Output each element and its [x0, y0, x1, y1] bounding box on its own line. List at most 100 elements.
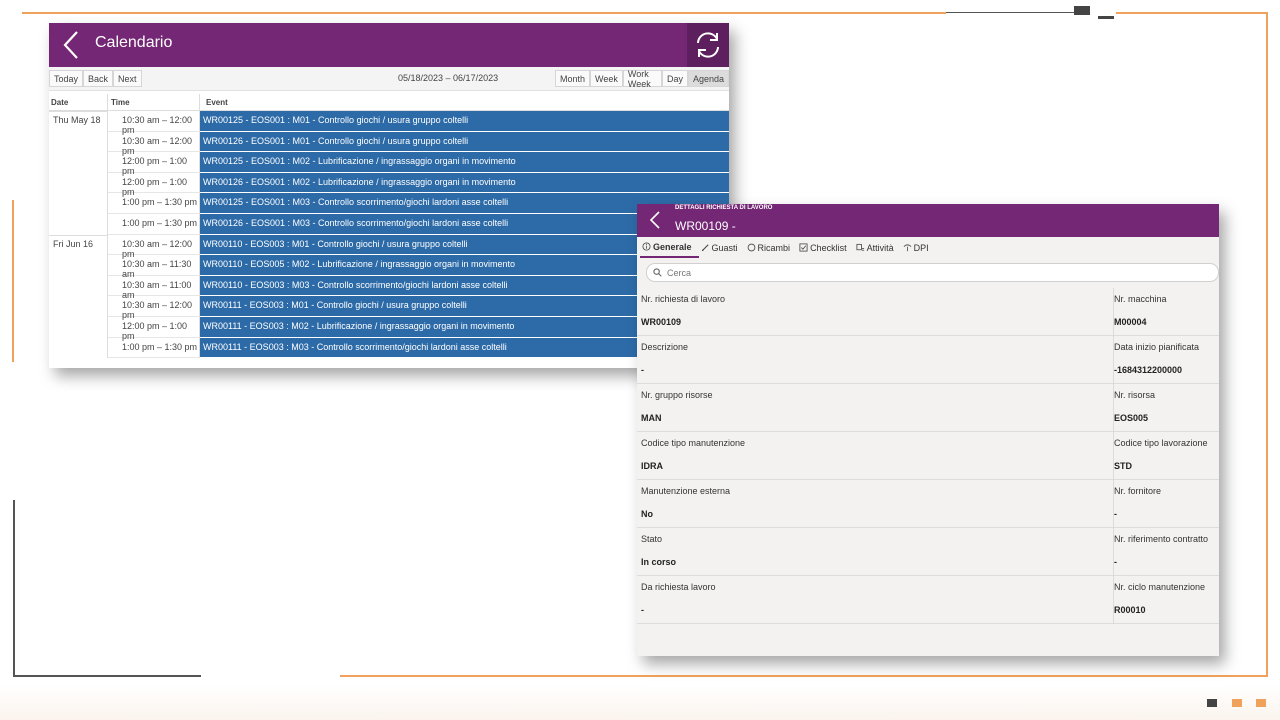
- search-icon: [653, 268, 662, 277]
- detail-field-row: Codice tipo manutenzione IDRA Codice tipo …: [637, 432, 1219, 480]
- decor-square: [1256, 699, 1266, 707]
- detail-field: Codice tipo lavorazione STD: [1113, 432, 1219, 480]
- agenda-date-cell: [49, 296, 108, 317]
- detail-field: Codice tipo manutenzione IDRA: [641, 432, 1101, 480]
- detail-header: DETTAGLI RICHIESTA DI LAVORO WR00109 -: [637, 204, 1219, 237]
- agenda-row: 1:00 pm – 1:30 pm WR00125 - EOS001 : M03 …: [49, 193, 729, 214]
- agenda-event[interactable]: WR00125 - EOS001 : M01 - Controllo gioch…: [200, 111, 729, 132]
- detail-field-row: Manutenzione esterna No Nr. fornitore -: [637, 480, 1219, 528]
- tab-guasti[interactable]: Guasti: [699, 237, 745, 258]
- frame-line: [12, 200, 14, 362]
- field-value: M00004: [1114, 317, 1147, 327]
- agenda-time-cell: 10:30 am – 11:00 am: [108, 275, 200, 300]
- tab-checklist[interactable]: Checklist: [797, 237, 854, 258]
- field-label: Descrizione: [641, 342, 689, 352]
- agenda-date-cell: [49, 213, 108, 235]
- field-value: R00010: [1114, 605, 1146, 615]
- frame-line: [13, 500, 15, 676]
- frame-line: [946, 12, 1074, 13]
- pencil-icon: [701, 244, 709, 252]
- agenda-date-cell: [49, 131, 108, 153]
- field-value: MAN: [641, 413, 662, 423]
- agenda-time-cell: 10:30 am – 11:30 am: [108, 255, 200, 279]
- field-label: Nr. richiesta di lavoro: [641, 294, 726, 304]
- agenda-row: 1:00 pm – 1:30 pm WR00111 - EOS003 : M03 …: [49, 337, 729, 359]
- field-label: Da richiesta lavoro: [641, 582, 716, 592]
- field-label: Stato: [641, 534, 663, 544]
- agenda-column-headers: Date Time Event: [49, 94, 729, 111]
- field-label: Nr. risorsa: [1114, 390, 1156, 400]
- agenda-time-cell: 12:00 pm – 1:00 pm: [108, 316, 200, 341]
- frame-line: [340, 675, 1268, 677]
- view-month-button[interactable]: Month: [555, 70, 591, 87]
- agenda-event[interactable]: WR00126 - EOS001 : M01 - Controllo gioch…: [200, 131, 729, 153]
- detail-tabs: Generale Guasti Ricambi Checklist Attività DP…: [637, 237, 1219, 259]
- field-label: Codice tipo lavorazione: [1114, 438, 1208, 448]
- agenda-list: Thu May 18 10:30 am – 12:00 pm WR00125 - E…: [49, 111, 729, 359]
- today-button[interactable]: Today: [49, 70, 84, 87]
- view-day-button[interactable]: Day: [661, 70, 688, 87]
- agenda-date-cell: [49, 152, 108, 173]
- view-work-week-button[interactable]: Work Week: [622, 69, 662, 89]
- detail-footer: [637, 624, 1219, 656]
- back-arrow-icon[interactable]: [61, 29, 81, 61]
- column-header-event: Event: [206, 98, 228, 107]
- date-range-label: 05/18/2023 – 06/17/2023: [398, 73, 499, 83]
- field-label: Nr. macchina: [1114, 294, 1167, 304]
- field-value: IDRA: [641, 461, 663, 471]
- tab-label: Generale: [653, 241, 692, 252]
- field-value: -: [641, 365, 644, 375]
- agenda-date-cell: [49, 337, 108, 359]
- agenda-time-cell: 12:00 pm – 1:00 pm: [108, 172, 200, 197]
- tab-dpi[interactable]: DPI: [901, 237, 936, 258]
- tab-attivit[interactable]: Attività: [854, 237, 901, 258]
- field-value: In corso: [641, 557, 677, 567]
- agenda-date-cell: [49, 255, 108, 276]
- tab-label: Ricambi: [757, 242, 791, 253]
- agenda-time-cell: 1:00 pm – 1:30 pm: [108, 193, 200, 214]
- detail-field: Nr. riferimento contratto -: [1113, 528, 1219, 576]
- page-title: Calendario: [95, 34, 173, 51]
- tab-generale[interactable]: Generale: [640, 237, 699, 258]
- detail-field-row: Descrizione - Data inizio pianificata -1684…: [637, 336, 1219, 384]
- agenda-date-cell: [49, 275, 108, 297]
- tab-ricambi[interactable]: Ricambi: [745, 237, 798, 258]
- decor-square: [1098, 16, 1114, 19]
- circle-icon: [747, 243, 755, 252]
- tab-label: Guasti: [711, 242, 738, 253]
- tab-label: Checklist: [810, 242, 847, 253]
- detail-field: Descrizione -: [641, 336, 1101, 384]
- view-agenda-button[interactable]: Agenda: [687, 70, 729, 87]
- frame-line: [22, 12, 946, 14]
- slide-bottom-glow: [0, 685, 1280, 720]
- back-button[interactable]: Back: [83, 70, 114, 87]
- calendar-header: Calendario: [49, 23, 729, 67]
- search-input[interactable]: Cerca: [646, 263, 1219, 282]
- back-arrow-icon[interactable]: [649, 210, 661, 230]
- refresh-button[interactable]: [687, 23, 729, 67]
- field-value: -: [1114, 557, 1117, 567]
- agenda-time-cell: 10:30 am – 12:00 pm: [108, 131, 200, 156]
- decor-square: [1232, 699, 1242, 707]
- detail-field: Stato In corso: [641, 528, 1101, 576]
- agenda-time-cell: 10:30 am – 12:00 pm: [108, 234, 200, 259]
- field-value: No: [641, 509, 653, 519]
- detail-field: Nr. macchina M00004: [1113, 288, 1219, 336]
- agenda-row: 10:30 am – 12:00 pm WR00126 - EOS001 : M0…: [49, 131, 729, 156]
- field-label: Codice tipo manutenzione: [641, 438, 746, 448]
- refresh-icon: [697, 32, 719, 58]
- calendar-panel: Calendario Today Back Next 05/18/2023 – …: [49, 23, 729, 368]
- detail-field: Nr. risorsa EOS005: [1113, 384, 1219, 432]
- next-button[interactable]: Next: [113, 70, 142, 87]
- agenda-time-cell: 10:30 am – 12:00 pm: [108, 111, 200, 135]
- detail-field-row: Stato In corso Nr. riferimento contratto -: [637, 528, 1219, 576]
- column-header-date: Date: [49, 94, 108, 110]
- tab-label: DPI: [913, 242, 929, 253]
- field-value: STD: [1114, 461, 1132, 471]
- detail-field-row: Nr. gruppo risorse MAN Nr. risorsa EOS005: [637, 384, 1219, 432]
- view-week-button[interactable]: Week: [590, 70, 623, 87]
- field-label: Nr. fornitore: [1114, 486, 1162, 496]
- agenda-event[interactable]: WR00126 - EOS001 : M02 - Lubrificazione …: [200, 172, 729, 194]
- agenda-event[interactable]: WR00125 - EOS001 : M02 - Lubrificazione …: [200, 152, 729, 173]
- decor-square: [1207, 699, 1217, 707]
